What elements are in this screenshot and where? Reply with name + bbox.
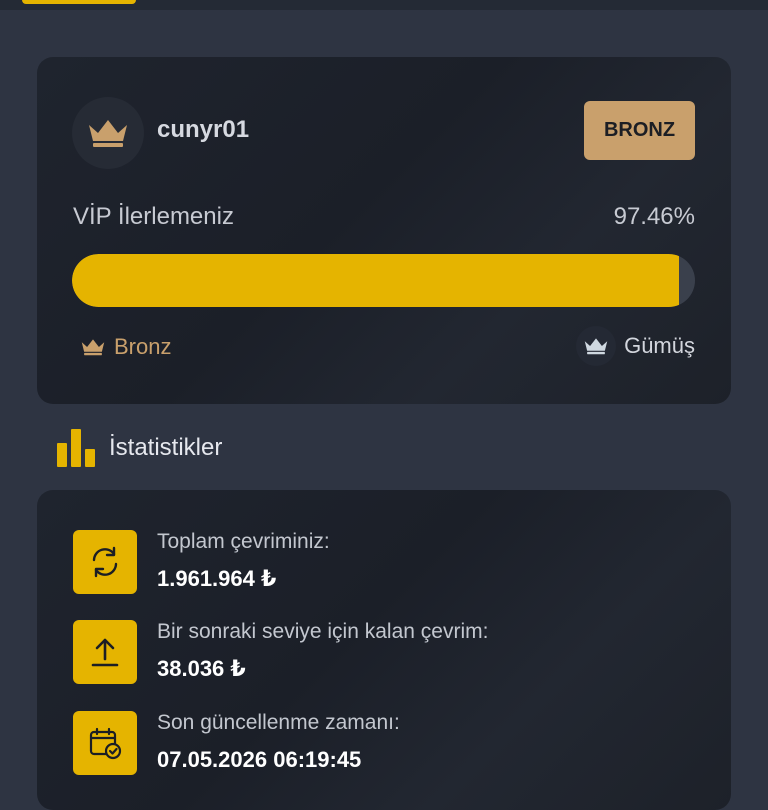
stat-label: Toplam çevriminiz: — [157, 530, 330, 553]
avatar — [72, 97, 144, 169]
vip-progress-percent: 97.46% — [613, 203, 695, 230]
calendar-check-icon — [89, 727, 122, 760]
silver-crown-icon — [584, 338, 608, 355]
stat-icon-box — [73, 620, 137, 684]
vip-progress-bar — [72, 254, 695, 307]
stat-last-updated: Son güncellenme zamanı: 07.05.2026 06:19… — [73, 711, 693, 775]
vip-progress-label: VİP İlerlemeniz — [73, 203, 234, 230]
refresh-icon — [92, 546, 118, 578]
stat-value: 1.961.964 ₺ — [157, 566, 277, 591]
current-level: Bronz — [80, 332, 171, 362]
upload-icon — [91, 638, 119, 667]
level-badge[interactable]: BRONZ — [584, 101, 695, 160]
stat-value: 38.036 ₺ — [157, 656, 246, 681]
crown-icon — [89, 120, 127, 147]
top-bar — [0, 0, 768, 10]
stat-label: Bir sonraki seviye için kalan çevrim: — [157, 620, 489, 643]
stat-icon-box — [73, 711, 137, 775]
username: cunyr01 — [157, 116, 250, 143]
bar-chart-icon — [57, 429, 95, 467]
top-bar-button[interactable] — [22, 0, 136, 4]
next-level: Gümüş — [576, 326, 695, 366]
stat-icon-box — [73, 530, 137, 594]
stat-label: Son güncellenme zamanı: — [157, 711, 400, 734]
next-level-icon-bubble — [576, 326, 617, 366]
bronze-crown-icon — [81, 339, 105, 356]
current-level-label: Bronz — [114, 334, 172, 359]
stat-value: 07.05.2026 06:19:45 — [157, 747, 362, 772]
vip-progress-fill — [72, 254, 680, 307]
next-level-label: Gümüş — [624, 333, 695, 358]
stat-total-turnover: Toplam çevriminiz: 1.961.964 ₺ — [73, 530, 693, 594]
stat-remaining-turnover: Bir sonraki seviye için kalan çevrim: 38… — [73, 620, 693, 684]
stats-title: İstatistikler — [109, 434, 223, 461]
stats-header: İstatistikler — [57, 428, 222, 468]
